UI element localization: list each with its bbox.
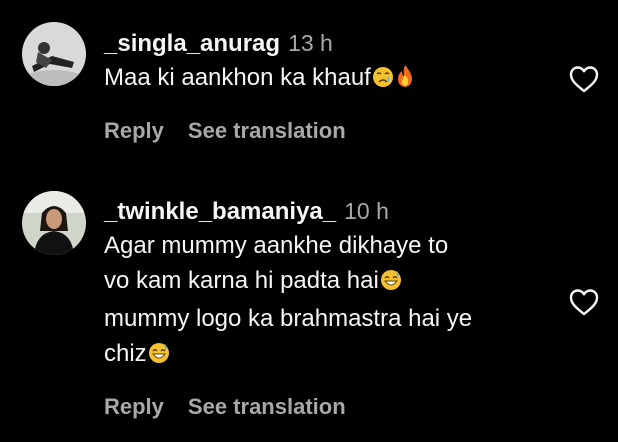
grinning-sweat-emoji [380, 266, 402, 301]
comment-line: mummy logo ka brahmastra hai ye [104, 305, 473, 332]
avatar-image [22, 191, 86, 255]
comment-text: Agar mummy aankhe dikhaye to vo kam karn… [104, 228, 544, 374]
timestamp: 10 h [344, 198, 389, 224]
grinning-sweat-emoji [148, 339, 170, 374]
username[interactable]: _twinkle_bamaniya_ [104, 198, 336, 225]
comment-line: chiz [104, 340, 147, 367]
comment-line: Agar mummy aankhe dikhaye to [104, 232, 449, 259]
avatar[interactable] [22, 191, 86, 255]
see-translation-button[interactable]: See translation [188, 394, 346, 419]
reply-button[interactable]: Reply [104, 394, 164, 419]
comment-line: vo kam karna hi padta hai [104, 267, 379, 294]
comment-actions: Reply See translation [104, 394, 346, 420]
like-heart-icon[interactable] [568, 287, 600, 317]
comment-item: _twinkle_bamaniya_ 10 h Agar mummy aankhe… [0, 0, 618, 442]
comment-header: _twinkle_bamaniya_ 10 h [104, 198, 389, 226]
